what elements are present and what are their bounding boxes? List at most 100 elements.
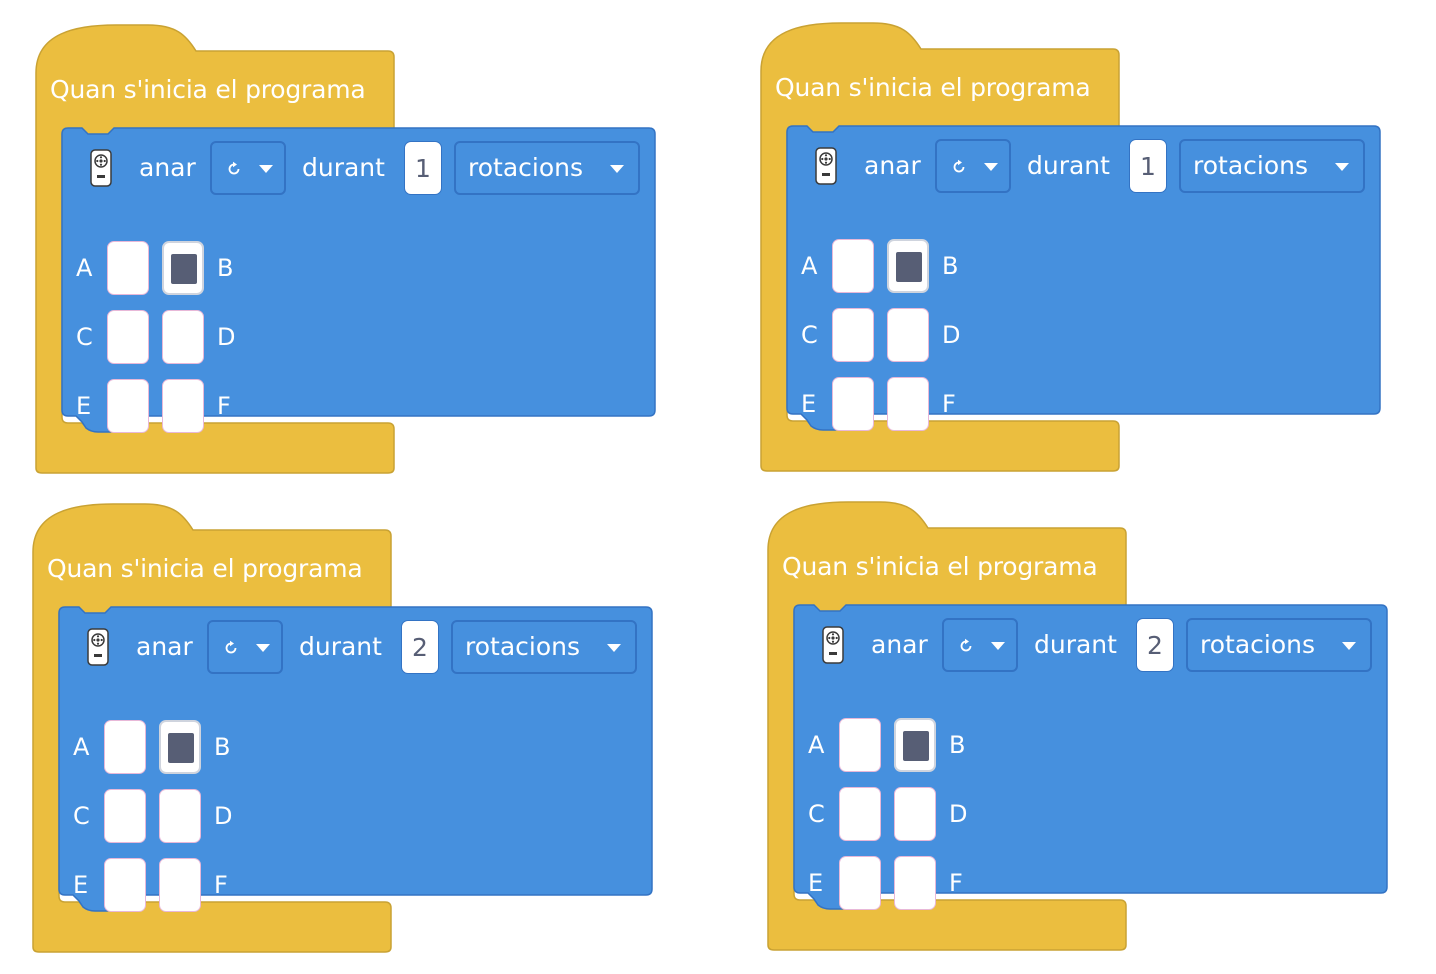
port-e-toggle[interactable] [839, 856, 881, 910]
amount-input[interactable]: 2 [401, 620, 439, 674]
port-label-b: B [942, 252, 959, 280]
port-label-e: E [808, 869, 824, 897]
rotate-icon [953, 159, 965, 173]
port-label-a: A [808, 731, 825, 759]
program-stack[interactable]: Quan s'inicia el programa anar durant 2 [767, 501, 1388, 952]
port-a-toggle[interactable] [104, 720, 146, 774]
motor-go-block[interactable]: anar durant 2 rotacions A B C D E F [58, 606, 653, 917]
port-selected-indicator [168, 733, 194, 763]
port-label-f: F [214, 871, 228, 899]
port-b-toggle[interactable] [159, 720, 201, 774]
preposition-label: durant [302, 153, 385, 182]
port-a-toggle[interactable] [832, 239, 874, 293]
rotate-icon [225, 640, 237, 654]
port-f-toggle[interactable] [159, 858, 201, 912]
port-selected-indicator [171, 254, 197, 284]
port-label-f: F [217, 392, 231, 420]
port-e-toggle[interactable] [104, 858, 146, 912]
port-d-toggle[interactable] [894, 787, 936, 841]
hub-icon [822, 626, 844, 664]
port-f-toggle[interactable] [887, 377, 929, 431]
port-e-toggle[interactable] [107, 379, 149, 433]
hat-title: Quan s'inicia el programa [47, 554, 363, 583]
unit-dropdown[interactable]: rotacions [1179, 139, 1365, 193]
port-a-toggle[interactable] [107, 241, 149, 295]
chevron-down-icon [991, 642, 1005, 650]
direction-dropdown[interactable] [942, 618, 1018, 672]
port-label-e: E [76, 392, 92, 420]
port-f-toggle[interactable] [162, 379, 204, 433]
port-label-b: B [214, 733, 231, 761]
chevron-down-icon [1342, 642, 1356, 650]
motor-go-block[interactable]: anar durant 1 rotacions A B C D E F [786, 125, 1381, 436]
program-stack[interactable]: Quan s'inicia el programa anar durant 2 [32, 503, 653, 954]
port-label-e: E [73, 871, 89, 899]
port-c-toggle[interactable] [104, 789, 146, 843]
verb-label: anar [136, 632, 193, 661]
port-b-toggle[interactable] [894, 718, 936, 772]
port-f-toggle[interactable] [894, 856, 936, 910]
chevron-down-icon [984, 163, 998, 171]
motor-go-block[interactable]: anar durant 1 rotacions A B C D E F [61, 127, 656, 438]
port-label-a: A [801, 252, 818, 280]
preposition-label: durant [1034, 630, 1117, 659]
port-c-toggle[interactable] [107, 310, 149, 364]
unit-label: rotacions [468, 153, 584, 182]
hat-title: Quan s'inicia el programa [50, 75, 366, 104]
direction-dropdown[interactable] [210, 141, 286, 195]
port-selected-indicator [896, 252, 922, 282]
preposition-label: durant [1027, 151, 1110, 180]
hub-icon [87, 628, 109, 666]
port-label-d: D [949, 800, 968, 828]
hat-title: Quan s'inicia el programa [782, 552, 1098, 581]
port-d-toggle[interactable] [887, 308, 929, 362]
port-label-d: D [214, 802, 233, 830]
verb-label: anar [864, 151, 921, 180]
port-c-toggle[interactable] [832, 308, 874, 362]
motor-go-block[interactable]: anar durant 2 rotacions A B C D E F [793, 604, 1388, 915]
amount-input[interactable]: 1 [1129, 139, 1167, 193]
amount-input[interactable]: 2 [1136, 618, 1174, 672]
port-label-c: C [73, 802, 90, 830]
verb-label: anar [871, 630, 928, 659]
port-e-toggle[interactable] [832, 377, 874, 431]
program-stack[interactable]: Quan s'inicia el programa anar durant 1 [35, 24, 656, 475]
chevron-down-icon [256, 644, 270, 652]
rotate-icon [228, 161, 240, 175]
port-c-toggle[interactable] [839, 787, 881, 841]
port-d-toggle[interactable] [162, 310, 204, 364]
unit-label: rotacions [1193, 151, 1309, 180]
chevron-down-icon [259, 165, 273, 173]
port-label-b: B [217, 254, 234, 282]
port-label-b: B [949, 731, 966, 759]
port-label-f: F [942, 390, 956, 418]
port-label-d: D [942, 321, 961, 349]
unit-dropdown[interactable]: rotacions [454, 141, 640, 195]
port-label-d: D [217, 323, 236, 351]
port-label-e: E [801, 390, 817, 418]
unit-label: rotacions [1200, 630, 1316, 659]
amount-input[interactable]: 1 [404, 141, 442, 195]
port-a-toggle[interactable] [839, 718, 881, 772]
port-label-c: C [801, 321, 818, 349]
port-label-c: C [76, 323, 93, 351]
direction-dropdown[interactable] [207, 620, 283, 674]
unit-dropdown[interactable]: rotacions [451, 620, 637, 674]
unit-label: rotacions [465, 632, 581, 661]
port-label-a: A [76, 254, 93, 282]
hub-icon [815, 147, 837, 185]
chevron-down-icon [610, 165, 624, 173]
port-d-toggle[interactable] [159, 789, 201, 843]
port-b-toggle[interactable] [162, 241, 204, 295]
hub-icon [90, 149, 112, 187]
port-b-toggle[interactable] [887, 239, 929, 293]
rotate-icon [960, 638, 972, 652]
direction-dropdown[interactable] [935, 139, 1011, 193]
unit-dropdown[interactable]: rotacions [1186, 618, 1372, 672]
port-selected-indicator [903, 731, 929, 761]
port-label-c: C [808, 800, 825, 828]
port-label-a: A [73, 733, 90, 761]
preposition-label: durant [299, 632, 382, 661]
hat-title: Quan s'inicia el programa [775, 73, 1091, 102]
program-stack[interactable]: Quan s'inicia el programa anar durant 1 [760, 22, 1381, 473]
